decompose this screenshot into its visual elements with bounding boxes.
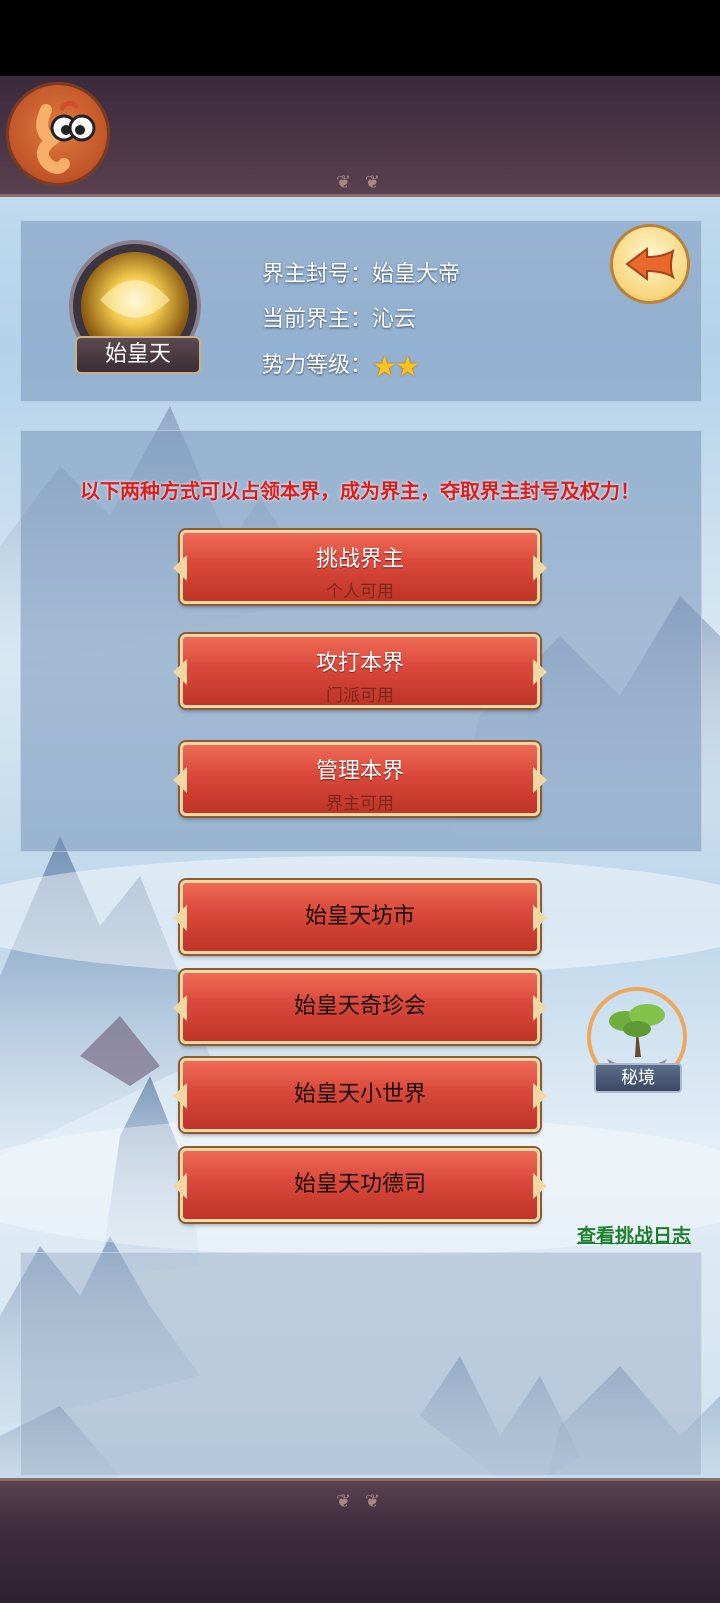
status-bar: [0, 0, 720, 76]
star-icon: ★: [372, 349, 397, 383]
realm-level-row: 势力等级：★★: [262, 347, 420, 383]
realm-lord-label: 当前界主：: [262, 307, 373, 332]
worm-mascot-icon: [36, 100, 96, 174]
realm-name-plate: 始皇天: [75, 336, 201, 374]
button-label: 始皇天小世界: [293, 1082, 426, 1107]
button-label: 始皇天功德司: [293, 1172, 426, 1197]
realm-market-button[interactable]: 始皇天坊市: [180, 880, 540, 954]
button-sublabel: 个人可用: [326, 582, 394, 602]
log-panel: [20, 1252, 702, 1476]
back-arrow-icon: [625, 247, 676, 281]
realm-lord-value: 沁云: [372, 307, 417, 332]
realm-title-row: 界主封号：始皇大帝: [262, 256, 460, 288]
realm-treasure-auction-button[interactable]: 始皇天奇珍会: [180, 970, 540, 1044]
secret-realm-label: 秘境: [594, 1063, 682, 1093]
occupation-notice: 以下两种方式可以占领本界，成为界主，夺取界主封号及权力！: [80, 479, 640, 503]
realm-merit-office-button[interactable]: 始皇天功德司: [180, 1148, 540, 1222]
button-sublabel: 界主可用: [326, 794, 394, 814]
button-label: 管理本界: [315, 759, 404, 784]
realm-small-world-button[interactable]: 始皇天小世界: [180, 1058, 540, 1132]
star-icon: ★: [395, 349, 420, 383]
bottom-bar: ❦ ❦: [0, 1478, 720, 1603]
challenge-log-link[interactable]: 查看挑战日志: [577, 1221, 691, 1248]
ornament-top: ❦ ❦: [336, 172, 384, 193]
button-label: 挑战界主: [315, 547, 404, 572]
realm-level-label: 势力等级：: [262, 353, 373, 378]
attack-realm-button[interactable]: 攻打本界 门派可用: [180, 634, 540, 708]
button-label: 攻打本界: [315, 651, 404, 676]
ornament-bottom: ❦ ❦: [336, 1491, 384, 1512]
manage-realm-button[interactable]: 管理本界 界主可用: [180, 742, 540, 816]
button-sublabel: 门派可用: [326, 686, 394, 706]
realm-title-value: 始皇大帝: [372, 262, 461, 287]
back-button[interactable]: [610, 224, 690, 304]
button-label: 始皇天坊市: [304, 904, 415, 929]
realm-lord-row: 当前界主：沁云: [262, 301, 416, 333]
player-avatar[interactable]: [6, 82, 110, 186]
challenge-lord-button[interactable]: 挑战界主 个人可用: [180, 530, 540, 604]
level-stars: ★★: [372, 349, 420, 383]
realm-title-label: 界主封号：: [262, 262, 373, 287]
button-label: 始皇天奇珍会: [293, 994, 426, 1019]
